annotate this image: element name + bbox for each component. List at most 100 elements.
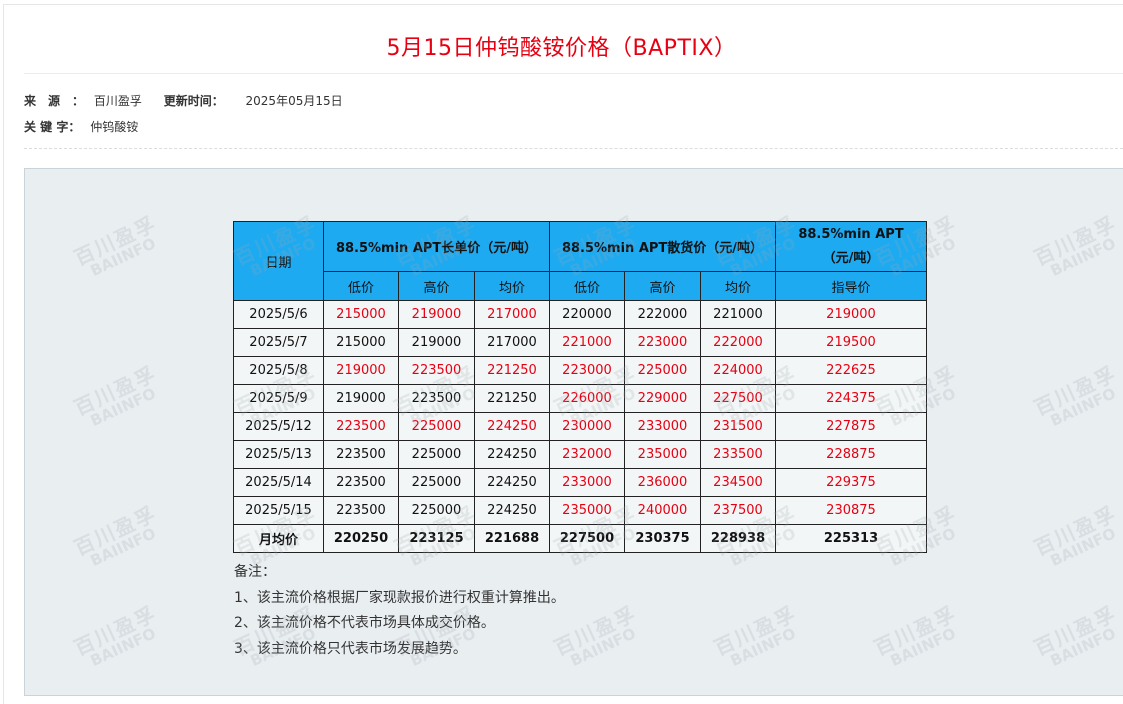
date-cell: 2025/5/14 — [233, 468, 324, 497]
price-cell: 230875 — [775, 496, 927, 525]
price-cell: 223500 — [323, 440, 399, 469]
average-price-cell: 228938 — [700, 524, 776, 553]
subheader-avg: 均价 — [700, 271, 776, 301]
keyword-value: 仲钨酸铵 — [90, 120, 139, 134]
update-time-label: 更新时间： — [163, 94, 224, 108]
source-value: 百川盈孚 — [93, 94, 142, 108]
date-cell: 2025/5/7 — [233, 328, 324, 357]
subheader-high: 高价 — [624, 271, 701, 301]
date-cell: 2025/5/12 — [233, 412, 324, 441]
price-cell: 229375 — [775, 468, 927, 497]
note-item: 3、该主流价格只代表市场发展趋势。 — [234, 640, 467, 657]
table-row: 2025/5/13 223500 225000 224250 232000 235000 2… — [233, 440, 927, 469]
subheader-guide-price: 指导价 — [775, 271, 927, 301]
average-price-cell: 227500 — [549, 524, 625, 553]
guide-price-group-header: 88.5%min APT（元/吨） — [775, 221, 927, 272]
price-cell: 215000 — [323, 328, 399, 357]
price-cell: 219000 — [323, 356, 399, 385]
meta-divider — [24, 148, 1123, 149]
price-cell: 224250 — [474, 468, 550, 497]
price-cell: 224375 — [775, 384, 927, 413]
note-item: 2、该主流价格不代表市场具体成交价格。 — [234, 615, 495, 631]
price-cell: 222000 — [700, 328, 776, 357]
price-cell: 223500 — [323, 412, 399, 441]
subheader-low: 低价 — [323, 271, 399, 301]
subheader-low: 低价 — [549, 271, 625, 301]
price-cell: 224250 — [474, 412, 550, 441]
price-cell: 235000 — [549, 496, 625, 525]
table-row: 2025/5/14 223500 225000 224250 233000 236000 2… — [233, 468, 927, 497]
price-cell: 228875 — [775, 440, 927, 469]
notes-heading: 备注： — [234, 564, 276, 580]
average-price-cell: 223125 — [398, 524, 475, 553]
price-cell: 223000 — [549, 356, 625, 385]
price-cell: 233000 — [624, 412, 701, 441]
subheader-avg: 均价 — [474, 271, 550, 301]
price-cell: 223500 — [398, 384, 475, 413]
price-cell: 232000 — [549, 440, 625, 469]
date-cell: 2025/5/8 — [233, 356, 324, 385]
price-cell: 237500 — [700, 496, 776, 525]
meta-row-keyword: 关 键 字： 仲钨酸铵 — [24, 118, 138, 135]
notes-section: 备注： 1、该主流价格根据厂家现款报价进行权重计算推出。 2、该主流价格不代表市… — [234, 560, 565, 662]
price-cell: 225000 — [398, 440, 475, 469]
date-cell: 2025/5/13 — [233, 440, 324, 469]
monthly-average-label: 月均价 — [233, 524, 324, 553]
table-row: 2025/5/6 215000 219000 217000 220000 222000 22… — [233, 300, 927, 329]
price-cell: 221250 — [474, 356, 550, 385]
table-row: 2025/5/9 219000 223500 221250 226000 229000 22… — [233, 384, 927, 413]
price-cell: 217000 — [474, 328, 550, 357]
update-time-value: 2025年05月15日 — [245, 94, 343, 108]
price-cell: 223500 — [323, 468, 399, 497]
price-cell: 235000 — [624, 440, 701, 469]
keyword-label: 关 键 字： — [24, 120, 81, 134]
price-cell: 220000 — [549, 300, 625, 329]
price-cell: 233500 — [700, 440, 776, 469]
price-cell: 231500 — [700, 412, 776, 441]
price-cell: 219000 — [398, 300, 475, 329]
price-cell: 219000 — [323, 384, 399, 413]
price-cell: 224250 — [474, 440, 550, 469]
price-cell: 225000 — [398, 412, 475, 441]
note-item: 1、该主流价格根据厂家现款报价进行权重计算推出。 — [234, 589, 565, 606]
average-price-cell: 220250 — [323, 524, 399, 553]
subheader-high: 高价 — [398, 271, 475, 301]
price-cell: 221000 — [700, 300, 776, 329]
price-cell: 236000 — [624, 468, 701, 497]
price-cell: 221000 — [549, 328, 625, 357]
monthly-average-row: 月均价 220250 223125 221688 227500 230375 228938 2… — [233, 524, 927, 553]
price-cell: 225000 — [624, 356, 701, 385]
price-cell: 229000 — [624, 384, 701, 413]
price-cell: 215000 — [323, 300, 399, 329]
table-row: 2025/5/12 223500 225000 224250 230000 233000 2… — [233, 412, 927, 441]
spot-price-header: 88.5%min APT散货价（元/吨） — [549, 221, 776, 272]
price-cell: 227875 — [775, 412, 927, 441]
price-cell: 233000 — [549, 468, 625, 497]
price-cell: 226000 — [549, 384, 625, 413]
price-cell: 224250 — [474, 496, 550, 525]
meta-row-source: 来 源 ： 百川盈孚 更新时间： 2025年05月15日 — [24, 92, 343, 109]
price-cell: 219000 — [398, 328, 475, 357]
date-cell: 2025/5/6 — [233, 300, 324, 329]
price-cell: 224000 — [700, 356, 776, 385]
price-cell: 240000 — [624, 496, 701, 525]
table-row: 2025/5/8 219000 223500 221250 223000 225000 22… — [233, 356, 927, 385]
price-cell: 219000 — [775, 300, 927, 329]
price-cell: 223500 — [398, 356, 475, 385]
price-cell: 225000 — [398, 468, 475, 497]
average-price-cell: 221688 — [474, 524, 550, 553]
price-cell: 222625 — [775, 356, 927, 385]
long-term-price-header: 88.5%min APT长单价（元/吨） — [323, 221, 550, 272]
price-cell: 223000 — [624, 328, 701, 357]
price-cell: 223500 — [323, 496, 399, 525]
date-cell: 2025/5/15 — [233, 496, 324, 525]
date-header: 日期 — [233, 221, 324, 301]
title-divider — [24, 73, 1123, 74]
price-table: 日期 88.5%min APT长单价（元/吨） 88.5%min APT散货价（… — [233, 221, 927, 553]
price-cell: 230000 — [549, 412, 625, 441]
price-cell: 221250 — [474, 384, 550, 413]
table-row: 2025/5/15 223500 225000 224250 235000 240000 2… — [233, 496, 927, 525]
price-cell: 234500 — [700, 468, 776, 497]
price-cell: 219500 — [775, 328, 927, 357]
table-row: 2025/5/7 215000 219000 217000 221000 223000 22… — [233, 328, 927, 357]
